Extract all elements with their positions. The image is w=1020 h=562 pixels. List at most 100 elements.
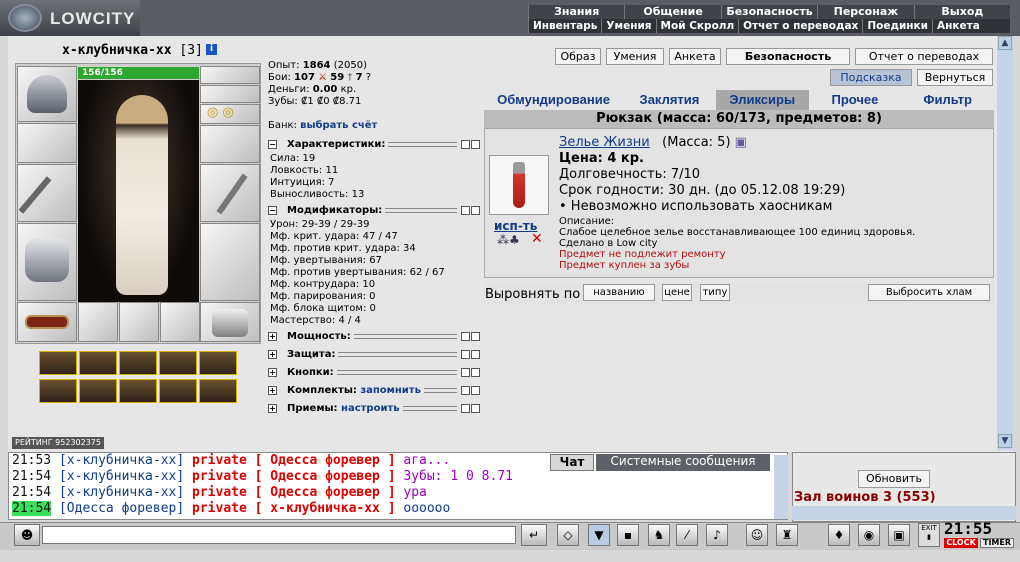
trick-slot[interactable] <box>39 379 77 403</box>
sort-name-button[interactable]: названию <box>583 284 655 301</box>
section-defense[interactable]: + Защита: <box>268 349 480 360</box>
expand-icon[interactable]: + <box>268 350 277 359</box>
section-down-icon[interactable] <box>471 332 480 341</box>
lock-icon[interactable]: ▣ <box>888 524 910 546</box>
skills-button[interactable]: Умения <box>606 48 664 65</box>
expand-icon[interactable]: + <box>268 386 277 395</box>
section-up-icon[interactable] <box>461 350 470 359</box>
timer-label[interactable]: TIMER <box>980 538 1014 548</box>
tab-spells[interactable]: Заклятия <box>623 90 716 110</box>
users-icon[interactable]: ♜ <box>776 524 798 546</box>
sort-price-button[interactable]: цене <box>662 284 692 301</box>
tab-filter[interactable]: Фильтр <box>901 90 994 110</box>
delete-icon[interactable]: ✕ <box>531 231 543 247</box>
section-moves[interactable]: + Приемы: настроить <box>268 403 480 414</box>
smiley-menu-icon[interactable]: ☻ <box>14 524 40 546</box>
section-buttons[interactable]: + Кнопки: <box>268 367 480 378</box>
music-icon[interactable]: ♪ <box>706 524 728 546</box>
chat-input[interactable] <box>42 526 516 544</box>
main-scrollbar[interactable]: ▲ ▼ <box>997 36 1013 450</box>
profile-button[interactable]: Анкета <box>669 48 721 65</box>
save-icon[interactable]: ▪ <box>617 524 639 546</box>
submenu-fights[interactable]: Поединки <box>862 19 932 33</box>
section-down-icon[interactable] <box>471 404 480 413</box>
shield-slot[interactable] <box>200 164 260 222</box>
menu-communication[interactable]: Общение <box>624 5 720 19</box>
section-down-icon[interactable] <box>471 386 480 395</box>
trick-slot[interactable] <box>79 379 117 403</box>
rings-slot[interactable]: ◎ ◎ <box>200 104 260 124</box>
expand-icon[interactable]: + <box>268 332 277 341</box>
refresh-button[interactable]: Обновить <box>858 470 930 488</box>
private-icon[interactable]: ⁄ <box>676 524 698 546</box>
section-down-icon[interactable] <box>471 206 480 215</box>
info-icon[interactable]: i <box>206 44 217 55</box>
filter-icon[interactable]: ▼ <box>588 524 610 546</box>
room-scrollbar[interactable] <box>792 506 1016 520</box>
hint-button[interactable]: Подсказка <box>830 69 912 86</box>
ring-slot-2[interactable] <box>119 302 159 342</box>
armor-slot[interactable] <box>17 223 77 301</box>
trick-slot[interactable] <box>79 351 117 375</box>
send-icon[interactable]: ↵ <box>521 524 547 546</box>
back-button[interactable]: Вернуться <box>917 69 993 86</box>
section-up-icon[interactable] <box>461 404 470 413</box>
exit-button[interactable]: EXIT ▮ <box>918 523 940 547</box>
character-name[interactable]: х-клубничка-хх [3] <box>62 43 203 58</box>
section-up-icon[interactable] <box>461 140 470 149</box>
image-button[interactable]: Образ <box>555 48 601 65</box>
item-actions-icon[interactable]: ⁂♣ <box>497 233 520 247</box>
section-up-icon[interactable] <box>461 386 470 395</box>
trick-slot[interactable] <box>159 379 197 403</box>
sort-type-button[interactable]: типу <box>700 284 730 301</box>
amulet-slot[interactable] <box>200 85 260 103</box>
submenu-profile[interactable]: Анкета <box>932 19 984 33</box>
belt-slot[interactable] <box>17 302 77 342</box>
submenu-skills[interactable]: Умения <box>601 19 655 33</box>
drop-junk-button[interactable]: Выбросить хлам <box>868 284 990 301</box>
trick-slot[interactable] <box>119 379 157 403</box>
weapon-slot[interactable] <box>17 164 77 222</box>
tab-other[interactable]: Прочее <box>809 90 902 110</box>
section-sets[interactable]: + Комплекты: запомнить <box>268 385 480 396</box>
ring-slot-1[interactable] <box>78 302 118 342</box>
sets-remember-link[interactable]: запомнить <box>360 385 421 396</box>
boots-slot[interactable] <box>200 302 260 342</box>
section-down-icon[interactable] <box>471 368 480 377</box>
section-modifiers[interactable]: − Модификаторы: <box>268 205 480 216</box>
trick-slot[interactable] <box>39 351 77 375</box>
section-up-icon[interactable] <box>461 332 470 341</box>
menu-character[interactable]: Персонаж <box>817 5 913 19</box>
submenu-scroll[interactable]: Мой Скролл <box>655 19 739 33</box>
scroll-up-icon[interactable]: ▲ <box>998 36 1012 50</box>
section-down-icon[interactable] <box>471 140 480 149</box>
collapse-icon[interactable]: − <box>268 140 277 149</box>
map-icon[interactable]: ◉ <box>858 524 880 546</box>
bank-link[interactable]: выбрать счёт <box>300 120 377 131</box>
legs-slot[interactable] <box>200 223 260 301</box>
submenu-transfers[interactable]: Отчет о переводах <box>738 19 862 33</box>
tab-chat[interactable]: Чат <box>550 454 594 471</box>
ring-slot-3[interactable] <box>160 302 200 342</box>
tab-system-messages[interactable]: Системные сообщения <box>596 454 770 471</box>
trick-slot[interactable] <box>119 351 157 375</box>
section-down-icon[interactable] <box>471 350 480 359</box>
scroll-down-icon[interactable]: ▼ <box>998 434 1012 448</box>
clear-icon[interactable]: ◇ <box>557 524 579 546</box>
trick-slot[interactable] <box>159 351 197 375</box>
bracers-slot[interactable] <box>17 123 77 163</box>
menu-knowledge[interactable]: Знания <box>528 5 624 19</box>
earring-slot[interactable] <box>200 66 260 84</box>
security-button[interactable]: Безопасность <box>726 48 850 65</box>
transfers-report-button[interactable]: Отчет о переводах <box>855 48 993 65</box>
section-up-icon[interactable] <box>461 206 470 215</box>
section-power[interactable]: + Мощность: <box>268 331 480 342</box>
section-up-icon[interactable] <box>461 368 470 377</box>
expand-icon[interactable]: + <box>268 404 277 413</box>
tab-elixirs[interactable]: Эликсиры <box>715 90 809 110</box>
trick-slot[interactable] <box>199 379 237 403</box>
trick-slot[interactable] <box>199 351 237 375</box>
expand-icon[interactable]: + <box>268 368 277 377</box>
tab-equipment[interactable]: Обмундирование <box>484 90 623 110</box>
fighter-icon[interactable]: ♞ <box>648 524 670 546</box>
